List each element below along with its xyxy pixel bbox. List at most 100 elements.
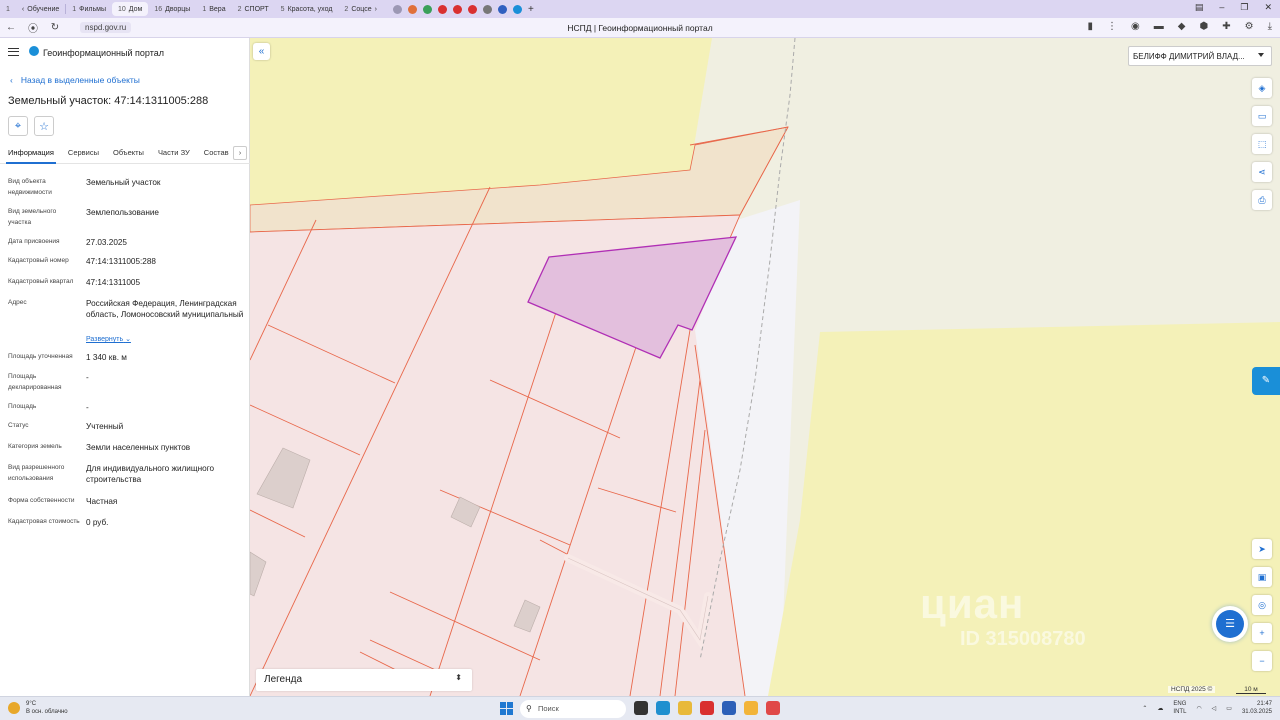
- select-area-icon: ⬚: [1257, 139, 1267, 149]
- battery-icon[interactable]: ▭: [1226, 705, 1232, 712]
- cadastral-map[interactable]: циан ID 315008780: [250, 38, 1280, 696]
- expand-address-link[interactable]: Развернуть ⌄: [86, 335, 131, 343]
- start-button[interactable]: [500, 702, 513, 715]
- minus-icon: −: [1259, 656, 1265, 666]
- cloud-icon[interactable]: ☁: [1157, 705, 1163, 712]
- tabs-scroll-right-button[interactable]: ›: [233, 146, 247, 160]
- object-info-panel: Геоинформационный портал ‹ Назад в выдел…: [0, 38, 250, 696]
- browser-tab[interactable]: ‹ Обучение: [16, 2, 65, 16]
- side-widget-button[interactable]: ✎: [1252, 367, 1280, 395]
- info-label: Площадь: [8, 403, 37, 410]
- favorite-button[interactable]: ☆: [34, 116, 54, 136]
- location-pin-button[interactable]: ◎: [1252, 595, 1272, 615]
- tab-objects[interactable]: Объекты: [105, 142, 150, 163]
- tab-services[interactable]: Сервисы: [60, 142, 105, 163]
- info-value: Учтенный: [86, 422, 124, 431]
- share-button[interactable]: ⋖: [1252, 162, 1272, 182]
- settings-icon[interactable]: ⚙: [1245, 21, 1254, 32]
- measure-button[interactable]: ▭: [1252, 106, 1272, 126]
- browser-tab[interactable]: 1 Фильмы: [66, 2, 112, 16]
- info-label: Адрес: [8, 299, 27, 306]
- chevron-right-icon: ›: [374, 5, 377, 13]
- zoom-out-button[interactable]: −: [1252, 651, 1272, 671]
- portal-title: Геоинформационный портал: [29, 46, 164, 58]
- edge-icon[interactable]: [656, 701, 670, 715]
- print-icon: ⎙: [1258, 195, 1266, 205]
- clock[interactable]: 21:47 31.03.2025: [1242, 700, 1272, 716]
- tab-composition[interactable]: Состав: [196, 142, 235, 163]
- info-value: 0 руб.: [86, 518, 109, 527]
- yandex-browser-icon[interactable]: [766, 701, 780, 715]
- extension-icon[interactable]: ⬢: [1199, 21, 1208, 32]
- weather-widget[interactable]: 9°C В осн. облачно: [8, 700, 68, 716]
- cian-watermark-id: ID 315008780: [960, 628, 1086, 650]
- grid-icon[interactable]: [392, 4, 402, 14]
- avito-icon[interactable]: [452, 4, 462, 14]
- collapse-panel-button[interactable]: «: [253, 43, 270, 60]
- info-label: Площадь уточненная: [8, 353, 73, 360]
- chevron-down-icon: ⌄: [125, 336, 131, 343]
- geolocate-button[interactable]: ➤: [1252, 539, 1272, 559]
- more-icon[interactable]: ⋮: [1107, 21, 1117, 32]
- browser-tab[interactable]: 2 СПОРТ: [232, 2, 275, 16]
- minimap-button[interactable]: ▣: [1252, 567, 1272, 587]
- notes-icon[interactable]: [744, 701, 758, 715]
- taskbar-search[interactable]: ⚲ Поиск: [520, 700, 626, 718]
- flag-icon[interactable]: [497, 4, 507, 14]
- chat-button[interactable]: ☰: [1212, 606, 1248, 642]
- bookmarks-icon[interactable]: ▤: [1195, 2, 1204, 13]
- browser-tab[interactable]: 1: [0, 2, 16, 16]
- language-indicator[interactable]: ENG INTL: [1173, 700, 1186, 716]
- yandex-icon[interactable]: [700, 701, 714, 715]
- info-label: Вид объекта недвижимости: [8, 178, 52, 196]
- tab-information[interactable]: Информация: [0, 142, 60, 164]
- info-value: Российская Федерация, Ленинградская обла…: [86, 299, 244, 320]
- gamepad-icon[interactable]: [482, 4, 492, 14]
- wifi-icon[interactable]: ◠: [1196, 705, 1201, 712]
- extension-icon[interactable]: ◆: [1178, 21, 1186, 32]
- user-menu[interactable]: БЕЛИФФ ДИМИТРИЙ ВЛАД...: [1128, 46, 1272, 66]
- info-label: Вид разрешенного использования: [8, 464, 65, 482]
- browser-tab[interactable]: 1 Вера: [196, 2, 231, 16]
- nspd-tab-icon[interactable]: [512, 4, 522, 14]
- browser-tab[interactable]: 2 Соцсе ›: [338, 2, 383, 16]
- locate-object-button[interactable]: ⌖: [8, 116, 28, 136]
- map-scale-bar: 10 м: [1236, 686, 1266, 694]
- info-label: Категория земель: [8, 443, 62, 450]
- info-value: Частная: [86, 497, 118, 506]
- chevron-up-icon[interactable]: ⌃: [1142, 705, 1147, 712]
- restore-icon[interactable]: ❐: [1240, 2, 1248, 13]
- print-button[interactable]: ⎙: [1252, 190, 1272, 210]
- download-icon[interactable]: ⤓: [1268, 21, 1272, 32]
- browser-tab[interactable]: 5 Красота, уход: [275, 2, 339, 16]
- menu-icon[interactable]: [8, 48, 19, 56]
- avito-icon[interactable]: [467, 4, 477, 14]
- minimize-icon[interactable]: –: [1219, 2, 1224, 13]
- task-view-icon[interactable]: [634, 701, 648, 715]
- zoom-in-button[interactable]: +: [1252, 623, 1272, 643]
- browser-tab[interactable]: 16 Дворцы: [148, 2, 196, 16]
- new-tab-icon[interactable]: +: [528, 4, 534, 15]
- avito-icon[interactable]: [437, 4, 447, 14]
- double-chevron-left-icon: «: [258, 46, 265, 57]
- bookmark-icon[interactable]: ▮: [1088, 21, 1094, 32]
- info-value: Земельный участок: [86, 178, 161, 187]
- info-label: Статус: [8, 422, 29, 429]
- leaf-icon[interactable]: [422, 4, 432, 14]
- back-to-selected-link[interactable]: ‹ Назад в выделенные объекты: [10, 75, 140, 85]
- volume-icon[interactable]: ◁: [1212, 705, 1217, 712]
- layers-button[interactable]: ◈: [1252, 78, 1272, 98]
- info-value: 47:14:1311005:288: [86, 257, 156, 266]
- puzzle-icon[interactable]: ✚: [1222, 21, 1230, 32]
- extension-icon[interactable]: ◉: [1131, 21, 1140, 32]
- info-value: -: [86, 403, 89, 412]
- legend-panel[interactable]: Легенда ⬍: [256, 669, 472, 691]
- select-area-button[interactable]: ⬚: [1252, 134, 1272, 154]
- home-icon[interactable]: [407, 4, 417, 14]
- close-icon[interactable]: ✕: [1264, 2, 1272, 13]
- browser-tab-active[interactable]: 10 Дом: [111, 2, 149, 16]
- word-icon[interactable]: [722, 701, 736, 715]
- explorer-icon[interactable]: [678, 701, 692, 715]
- tab-parcel-parts[interactable]: Части ЗУ: [150, 142, 196, 163]
- extension-icon[interactable]: ▬: [1154, 21, 1164, 32]
